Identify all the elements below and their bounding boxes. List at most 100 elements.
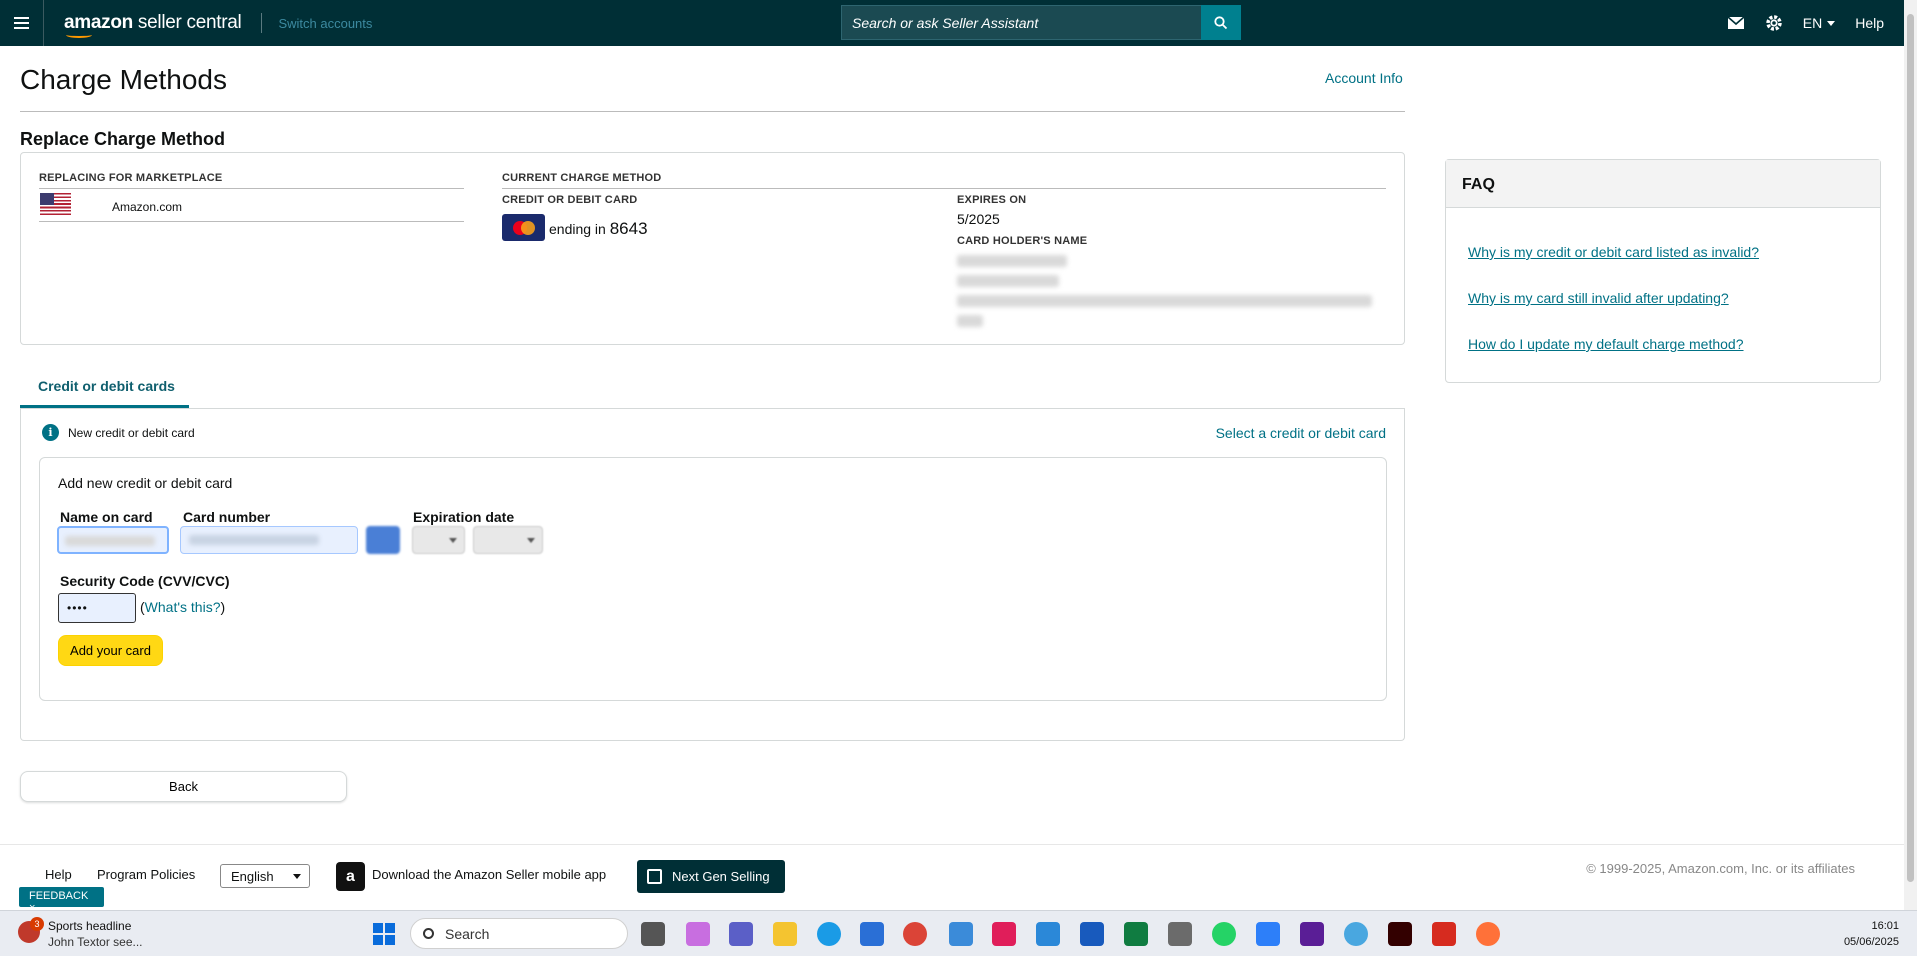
amazon-smile-icon xyxy=(66,32,92,38)
new-card-label: New credit or debit card xyxy=(68,426,195,440)
news-badge: 3 xyxy=(30,917,44,931)
download-app-link[interactable]: Download the Amazon Seller mobile app xyxy=(372,867,606,882)
redacted-card-number xyxy=(189,535,319,545)
faq-link-still-invalid[interactable]: Why is my card still invalid after updat… xyxy=(1468,290,1729,306)
tab-credit-or-debit-cards[interactable]: Credit or debit cards xyxy=(20,368,189,408)
task-view-icon[interactable] xyxy=(641,922,665,946)
expiry-year-select[interactable] xyxy=(473,526,543,554)
calculator-icon[interactable] xyxy=(1168,922,1192,946)
security-code-input[interactable]: •••• xyxy=(58,593,136,623)
nav-divider xyxy=(261,13,263,33)
redacted-holder-name xyxy=(957,255,1067,267)
divider xyxy=(39,221,464,222)
acrobat-icon[interactable] xyxy=(1432,922,1456,946)
divider xyxy=(39,188,464,189)
cards-panel: i New credit or debit card Select a cred… xyxy=(20,409,1405,741)
store-icon[interactable] xyxy=(860,922,884,946)
feedback-label: FEEDBACK xyxy=(29,890,89,902)
footer-help-link[interactable]: Help xyxy=(45,867,72,882)
slack-icon[interactable] xyxy=(992,922,1016,946)
mastercard-icon xyxy=(502,214,545,241)
clock-time: 16:01 xyxy=(1871,920,1899,932)
illustrator-icon[interactable] xyxy=(1388,922,1412,946)
next-gen-selling-button[interactable]: Next Gen Selling xyxy=(637,860,785,893)
notepad-icon[interactable] xyxy=(1036,922,1060,946)
back-button[interactable]: Back xyxy=(20,771,347,802)
search-button[interactable] xyxy=(1201,5,1241,40)
faq-link-invalid-card[interactable]: Why is my credit or debit card listed as… xyxy=(1468,244,1759,260)
amazon-music-icon[interactable] xyxy=(1300,922,1324,946)
language-label: EN xyxy=(1802,15,1823,31)
redacted-holder-phone xyxy=(957,275,1059,287)
current-method-heading: CURRENT CHARGE METHOD xyxy=(502,172,662,184)
logo-product: seller central xyxy=(132,12,242,33)
app-icon[interactable] xyxy=(949,922,973,946)
seller-central-logo[interactable]: amazon seller central xyxy=(64,12,242,38)
chrome-icon[interactable] xyxy=(903,922,927,946)
card-type-heading: CREDIT OR DEBIT CARD xyxy=(502,194,638,206)
logo-brand: amazon xyxy=(64,12,133,33)
scrollbar-thumb[interactable] xyxy=(1907,14,1914,882)
news-title[interactable]: Sports headline xyxy=(48,919,131,933)
windows-taskbar: 3 Sports headline John Textor see... Sea… xyxy=(0,910,1917,956)
menu-icon[interactable] xyxy=(0,0,44,46)
teams-icon[interactable] xyxy=(729,922,753,946)
redacted-name-value xyxy=(65,536,155,546)
external-link-icon xyxy=(647,869,662,884)
word-icon[interactable] xyxy=(1080,922,1104,946)
whats-this: (What's this?) xyxy=(140,599,226,615)
marketplace-heading: REPLACING FOR MARKETPLACE xyxy=(39,172,223,184)
faq-link-update-default[interactable]: How do I update my default charge method… xyxy=(1468,336,1744,352)
page-scrollbar[interactable] xyxy=(1904,0,1917,910)
footer-program-policies-link[interactable]: Program Policies xyxy=(97,867,195,882)
switch-accounts-link[interactable]: Switch accounts xyxy=(278,16,372,31)
card-holder-heading: CARD HOLDER'S NAME xyxy=(957,235,1088,247)
gear-icon[interactable] xyxy=(1765,14,1783,32)
amazon-app-icon[interactable]: a xyxy=(336,862,365,891)
taskbar-clock[interactable]: 16:01 05/06/2025 xyxy=(1844,918,1899,950)
expiry-month-select[interactable] xyxy=(412,526,465,554)
file-explorer-icon[interactable] xyxy=(773,922,797,946)
whats-this-link[interactable]: What's this? xyxy=(145,599,221,615)
name-on-card-input[interactable] xyxy=(57,526,169,554)
firefox-icon[interactable] xyxy=(1476,922,1500,946)
select-card-link[interactable]: Select a credit or debit card xyxy=(1216,425,1386,441)
marketplace-name: Amazon.com xyxy=(112,200,183,214)
chevron-down-icon xyxy=(1827,20,1836,26)
news-subtitle[interactable]: John Textor see... xyxy=(48,935,143,949)
footer-divider xyxy=(0,844,1904,845)
copyright: © 1999-2025, Amazon.com, Inc. or its aff… xyxy=(1586,861,1855,876)
mail-icon[interactable] xyxy=(1727,16,1745,30)
expires-value: 5/2025 xyxy=(957,211,1000,227)
add-your-card-button[interactable]: Add your card xyxy=(58,635,163,666)
divider xyxy=(502,188,1386,189)
windows-start-icon[interactable] xyxy=(373,923,395,945)
search-input[interactable]: Search or ask Seller Assistant xyxy=(841,5,1201,40)
app-icon[interactable] xyxy=(1344,922,1368,946)
card-number-label: Card number xyxy=(183,509,271,525)
us-flag-icon xyxy=(40,193,71,215)
language-menu[interactable]: EN xyxy=(1802,15,1836,31)
edge-icon[interactable] xyxy=(817,922,841,946)
whatsapp-icon[interactable] xyxy=(1212,922,1236,946)
title-divider xyxy=(20,111,1405,112)
name-on-card-label: Name on card xyxy=(60,509,153,525)
replace-charge-method-panel: REPLACING FOR MARKETPLACE Amazon.com CUR… xyxy=(20,152,1405,345)
copilot-icon[interactable] xyxy=(686,922,710,946)
add-card-title: Add new credit or debit card xyxy=(58,475,233,491)
card-brand-icon xyxy=(366,526,400,554)
redacted-holder-address xyxy=(957,295,1372,307)
card-number-input[interactable] xyxy=(180,526,358,554)
clock-date: 05/06/2025 xyxy=(1843,936,1899,948)
footer-language-select[interactable]: English xyxy=(220,864,310,888)
photos-icon[interactable] xyxy=(1256,922,1280,946)
taskbar-search-label: Search xyxy=(445,926,490,942)
help-link[interactable]: Help xyxy=(1855,15,1884,31)
feedback-button[interactable]: FEEDBACK × xyxy=(19,887,104,914)
next-gen-label: Next Gen Selling xyxy=(672,869,770,884)
account-info-link[interactable]: Account Info xyxy=(1325,70,1403,86)
excel-icon[interactable] xyxy=(1124,922,1148,946)
search-icon xyxy=(423,928,434,939)
taskbar-search[interactable]: Search xyxy=(410,918,628,949)
top-nav: amazon seller central Switch accounts Se… xyxy=(0,0,1904,46)
